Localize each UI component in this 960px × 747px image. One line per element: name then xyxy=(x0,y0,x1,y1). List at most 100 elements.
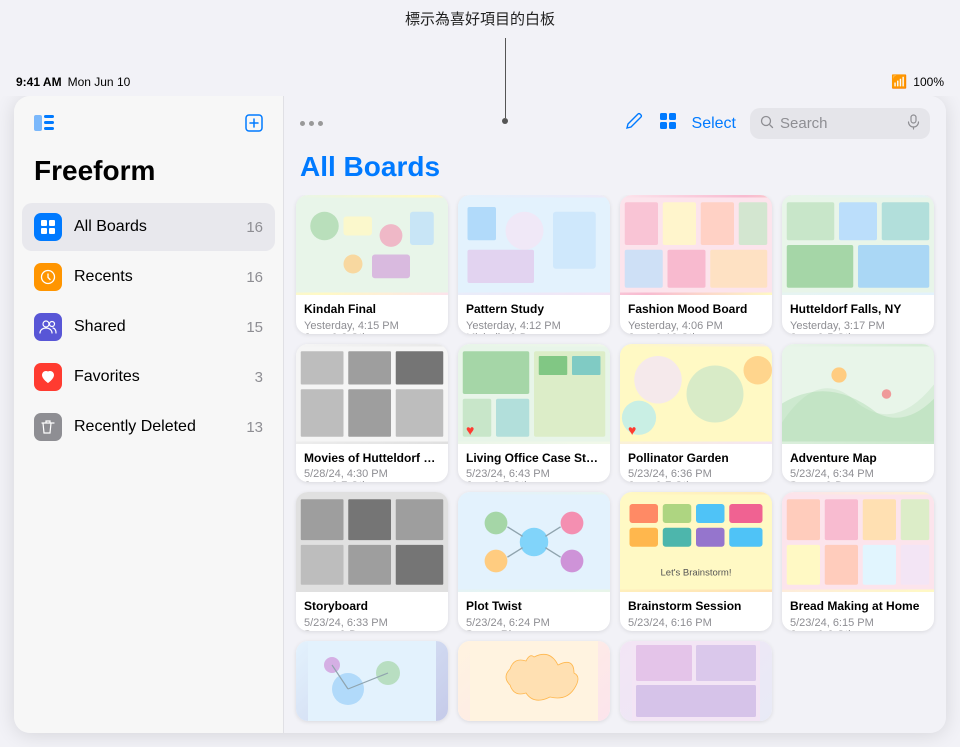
board-title-7: Pollinator Garden xyxy=(628,451,764,467)
compose-button[interactable] xyxy=(624,111,644,137)
board-date-2: Yesterday, 4:12 PM xyxy=(466,320,602,332)
nav-count-0: 16 xyxy=(246,219,263,236)
board-card-4[interactable]: Hutteldorf Falls, NYYesterday, 3:17 PMJo… xyxy=(782,195,934,334)
board-author-10: Danny Rico xyxy=(466,629,602,631)
nav-count-1: 16 xyxy=(246,269,263,286)
board-card-15[interactable] xyxy=(620,641,772,721)
board-thumbnail-4 xyxy=(782,195,934,295)
select-button[interactable]: Select xyxy=(692,115,736,133)
board-title-2: Pattern Study xyxy=(466,302,602,318)
board-card-2[interactable]: Pattern StudyYesterday, 4:12 PMMichelle … xyxy=(458,195,610,334)
dot-1 xyxy=(300,121,305,126)
board-title-6: Living Office Case Study xyxy=(466,451,602,467)
board-card-7[interactable]: ♥Pollinator Garden5/23/24, 6:36 PMJoan &… xyxy=(620,344,772,483)
sidebar-item-shared[interactable]: Shared15 xyxy=(22,303,275,351)
sidebar-header xyxy=(14,96,283,147)
nav-label-2: Shared xyxy=(74,318,246,336)
board-thumbnail-10 xyxy=(458,492,610,592)
sidebar-item-recently-deleted[interactable]: Recently Deleted13 xyxy=(22,403,275,451)
board-info-12: Bread Making at Home5/23/24, 6:15 PMJoan… xyxy=(782,592,934,631)
annotation-text: 標示為喜好項目的白板 xyxy=(0,8,960,29)
sidebar-toggle-button[interactable] xyxy=(34,115,54,136)
board-author-5: Joan & 7 Others xyxy=(304,480,440,482)
nav-count-2: 15 xyxy=(246,319,263,336)
board-card-5[interactable]: Movies of Hutteldorf Fa...5/28/24, 4:30 … xyxy=(296,344,448,483)
search-placeholder: Search xyxy=(780,115,828,132)
board-title-8: Adventure Map xyxy=(790,451,926,467)
svg-text:Let's Brainstorm!: Let's Brainstorm! xyxy=(661,568,732,579)
board-info-1: Kindah FinalYesterday, 4:15 PMJoan & 3 O… xyxy=(296,295,448,334)
board-info-3: Fashion Mood BoardYesterday, 4:06 PMJoan… xyxy=(620,295,772,334)
board-thumbnail-14 xyxy=(458,641,610,721)
grid-view-button[interactable] xyxy=(658,111,678,137)
board-author-3: Joan & 10 Others xyxy=(628,332,764,334)
search-icon xyxy=(760,115,774,132)
sidebar-nav: All Boards16Recents16Shared15Favorites3R… xyxy=(14,203,283,453)
board-author-6: Joan & 7 Others xyxy=(466,480,602,482)
board-thumbnail-2 xyxy=(458,195,610,295)
board-thumbnail-3 xyxy=(620,195,772,295)
board-info-2: Pattern StudyYesterday, 4:12 PMMichelle … xyxy=(458,295,610,334)
board-title-10: Plot Twist xyxy=(466,599,602,615)
board-card-8[interactable]: Adventure Map5/23/24, 6:34 PMDanny & Dan… xyxy=(782,344,934,483)
search-bar[interactable]: Search xyxy=(750,108,930,139)
board-card-14[interactable] xyxy=(458,641,610,721)
board-author-1: Joan & 3 Others xyxy=(304,332,440,334)
main-content: Select Search xyxy=(284,96,946,733)
board-date-3: Yesterday, 4:06 PM xyxy=(628,320,764,332)
dot-3 xyxy=(318,121,323,126)
board-title-9: Storyboard xyxy=(304,599,440,615)
favorite-heart-6: ♥ xyxy=(466,422,474,438)
status-time: 9:41 AM xyxy=(16,75,62,89)
header-actions: Select Search xyxy=(624,108,930,139)
board-date-5: 5/28/24, 4:30 PM xyxy=(304,468,440,480)
board-author-4: Joan & 5 Others xyxy=(790,332,926,334)
board-card-9[interactable]: Storyboard5/23/24, 6:33 PMDanny & Danny xyxy=(296,492,448,631)
sidebar-item-favorites[interactable]: Favorites3 xyxy=(22,353,275,401)
annotation-line xyxy=(505,38,506,118)
board-date-10: 5/23/24, 6:24 PM xyxy=(466,617,602,629)
mic-icon xyxy=(907,114,920,133)
sidebar-item-recents[interactable]: Recents16 xyxy=(22,253,275,301)
header-dots xyxy=(300,121,323,126)
board-card-1[interactable]: Kindah FinalYesterday, 4:15 PMJoan & 3 O… xyxy=(296,195,448,334)
sidebar-item-all-boards[interactable]: All Boards16 xyxy=(22,203,275,251)
nav-icon-1 xyxy=(34,263,62,291)
board-info-11: Brainstorm Session 5/23/24, 6:16 PM xyxy=(620,592,772,631)
board-thumbnail-15 xyxy=(620,641,772,721)
new-board-button[interactable] xyxy=(245,114,263,137)
status-date: Mon Jun 10 xyxy=(68,75,131,89)
board-card-12[interactable]: Bread Making at Home5/23/24, 6:15 PMJoan… xyxy=(782,492,934,631)
board-title-11: Brainstorm Session xyxy=(628,599,764,615)
board-info-7: Pollinator Garden5/23/24, 6:36 PMJoan & … xyxy=(620,444,772,483)
board-thumbnail-12 xyxy=(782,492,934,592)
dot-2 xyxy=(309,121,314,126)
board-date-12: 5/23/24, 6:15 PM xyxy=(790,617,926,629)
section-title: All Boards xyxy=(284,147,946,195)
sidebar: Freeform All Boards16Recents16Shared15Fa… xyxy=(14,96,284,733)
nav-label-4: Recently Deleted xyxy=(74,418,246,436)
main-header: Select Search xyxy=(284,96,946,147)
board-thumbnail-6: ♥ xyxy=(458,344,610,444)
board-thumbnail-8 xyxy=(782,344,934,444)
board-author-7: Joan & 7 Others xyxy=(628,480,764,482)
board-thumbnail-1 xyxy=(296,195,448,295)
board-author-8: Danny & Danny xyxy=(790,480,926,482)
board-info-5: Movies of Hutteldorf Fa...5/28/24, 4:30 … xyxy=(296,444,448,483)
board-card-3[interactable]: Fashion Mood BoardYesterday, 4:06 PMJoan… xyxy=(620,195,772,334)
board-thumbnail-7: ♥ xyxy=(620,344,772,444)
battery-indicator: 100% xyxy=(913,75,944,89)
board-thumbnail-11: Let's Brainstorm! xyxy=(620,492,772,592)
board-card-13[interactable] xyxy=(296,641,448,721)
board-card-6[interactable]: ♥Living Office Case Study5/23/24, 6:43 P… xyxy=(458,344,610,483)
board-info-9: Storyboard5/23/24, 6:33 PMDanny & Danny xyxy=(296,592,448,631)
board-title-1: Kindah Final xyxy=(304,302,440,318)
status-right: 📶 100% xyxy=(891,74,944,90)
board-date-11: 5/23/24, 6:16 PM xyxy=(628,617,764,629)
board-thumbnail-9 xyxy=(296,492,448,592)
board-title-4: Hutteldorf Falls, NY xyxy=(790,302,926,318)
board-card-11[interactable]: Let's Brainstorm! Brainstorm Session 5/23… xyxy=(620,492,772,631)
board-card-10[interactable]: Plot Twist 5/23/24, 6:24 PMDanny Rico xyxy=(458,492,610,631)
board-title-5: Movies of Hutteldorf Fa... xyxy=(304,451,440,467)
board-author-12: Joan & 6 Others xyxy=(790,629,926,631)
